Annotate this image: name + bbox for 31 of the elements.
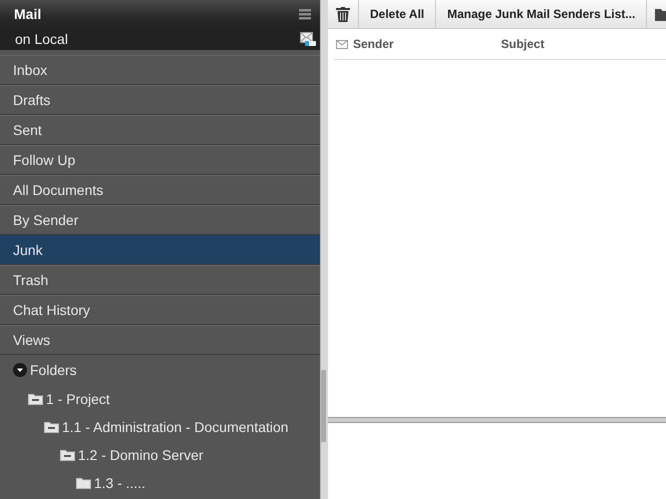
trash-icon bbox=[336, 6, 350, 22]
folder-item[interactable]: 1 - Project bbox=[46, 391, 110, 407]
nav-item[interactable]: Inbox bbox=[0, 55, 320, 85]
nav-item[interactable]: Junk bbox=[0, 235, 320, 265]
folder-minus-icon[interactable] bbox=[60, 449, 75, 461]
nav-item[interactable]: Follow Up bbox=[0, 145, 320, 175]
section-header[interactable]: Folders bbox=[30, 362, 77, 378]
column-header[interactable]: Sender bbox=[353, 37, 394, 51]
location-label: on Local bbox=[15, 31, 68, 47]
folder-minus-icon[interactable] bbox=[28, 393, 43, 405]
nav-item[interactable]: By Sender bbox=[0, 205, 320, 235]
collapse-icon[interactable] bbox=[13, 363, 27, 377]
envelope-icon bbox=[336, 40, 348, 48]
folder-icon[interactable] bbox=[76, 477, 91, 489]
nav-item[interactable]: Drafts bbox=[0, 85, 320, 115]
toolbar-button[interactable]: Manage Junk Mail Senders List... bbox=[436, 0, 648, 28]
folder-item[interactable]: 1.2 - Domino Server bbox=[78, 447, 204, 463]
nav-item[interactable]: Views bbox=[0, 325, 320, 355]
nav-item[interactable]: Trash bbox=[0, 265, 320, 295]
envelope-icon[interactable] bbox=[300, 32, 316, 46]
scrollbar-thumb[interactable] bbox=[321, 370, 326, 442]
nav-item[interactable]: Chat History bbox=[0, 295, 320, 325]
nav-item[interactable]: All Documents bbox=[0, 175, 320, 205]
toolbar-button[interactable]: Delete All bbox=[359, 0, 436, 28]
nav-item[interactable]: Sent bbox=[0, 115, 320, 145]
folder-item[interactable]: 1.3 - ..... bbox=[94, 475, 146, 491]
folder-item[interactable]: 1.1 - Administration - Documentation bbox=[62, 419, 288, 435]
column-header[interactable]: Subject bbox=[501, 37, 544, 51]
folder-minus-icon[interactable] bbox=[44, 421, 59, 433]
app-title: Mail bbox=[14, 6, 42, 22]
menu-icon[interactable] bbox=[299, 8, 311, 20]
